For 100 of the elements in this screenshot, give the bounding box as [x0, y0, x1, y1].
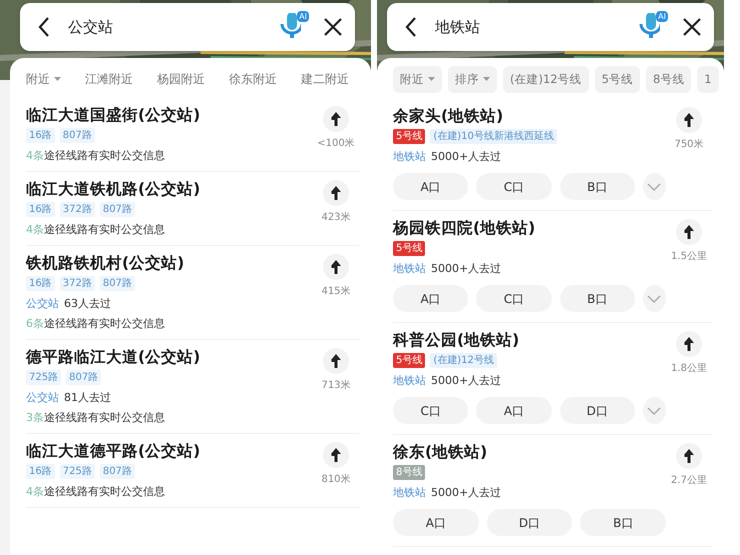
route-tag: 16路 — [26, 202, 55, 217]
line-tag: 5号线 — [393, 241, 426, 256]
navigate-button[interactable] — [323, 442, 349, 468]
realtime-info: 途径线路有实时公交信息 — [44, 410, 165, 426]
search-bar[interactable]: 地铁站 AI — [387, 3, 714, 51]
exit-button[interactable]: C口 — [476, 285, 552, 312]
filter-tab[interactable]: 江滩附近 — [85, 70, 133, 88]
navigate-button[interactable] — [323, 180, 349, 206]
turn-arrow-icon — [329, 111, 343, 127]
distance: <100米 — [317, 136, 355, 151]
route-tag: 807路 — [66, 370, 102, 385]
result-item[interactable]: 临江大道德平路(公交站) 16路 725路 807路 4条途径线路有实时公交信息 810米 — [26, 434, 359, 508]
result-item[interactable]: 余家头(地铁站) 5号线 (在建)10号线新港线西延线 地铁站 5000+人去过 A口 C口 B口 750米 — [393, 99, 712, 212]
navigate-button[interactable] — [323, 254, 349, 280]
category-label: 公交站 — [26, 390, 59, 406]
distance: 2.7公里 — [671, 474, 707, 488]
navigate-button[interactable] — [676, 219, 702, 246]
filter-tab[interactable]: 杨园附近 — [157, 70, 205, 88]
realtime-count: 4条 — [26, 484, 44, 500]
filter-tab[interactable]: 5号线 — [594, 66, 640, 94]
filter-tab[interactable]: 徐东附近 — [229, 70, 277, 88]
search-query: 地铁站 — [435, 16, 481, 38]
distance: 423米 — [321, 210, 351, 225]
ai-badge: AI — [656, 11, 668, 22]
filter-tab[interactable]: 附近 — [393, 66, 442, 94]
chevron-down-icon — [647, 182, 662, 191]
exit-button[interactable]: A口 — [393, 173, 468, 200]
distance: 750米 — [674, 138, 704, 152]
turn-arrow-icon — [682, 112, 696, 128]
route-tag: 16路 — [26, 128, 55, 143]
search-bar[interactable]: 公交站 AI — [20, 3, 355, 51]
turn-arrow-icon — [329, 353, 343, 369]
distance: 713米 — [321, 378, 351, 393]
navigate-button[interactable] — [323, 348, 349, 374]
realtime-info: 途径线路有实时公交信息 — [44, 316, 165, 332]
navigate-button[interactable] — [676, 331, 702, 358]
exit-button[interactable]: A口 — [476, 397, 552, 424]
line-tag: 5号线 — [393, 129, 426, 144]
category-label: 公交站 — [26, 296, 59, 312]
navigate-button[interactable] — [323, 106, 349, 132]
exit-button[interactable]: B口 — [580, 509, 666, 536]
result-item[interactable]: 临江大道铁机路(公交站) 16路 372路 807路 4条途径线路有实时公交信息 423米 — [26, 172, 359, 246]
station-name: 徐东(地铁站) — [393, 442, 488, 464]
realtime-count: 4条 — [26, 222, 44, 238]
route-tag: 725路 — [60, 464, 95, 479]
search-query: 公交站 — [68, 16, 114, 38]
exit-button[interactable]: B口 — [560, 285, 635, 312]
filter-tab[interactable]: 1 — [697, 66, 719, 94]
visit-count: 5000+人去过 — [431, 373, 502, 390]
exit-button[interactable]: A口 — [393, 509, 479, 536]
turn-arrow-icon — [682, 448, 696, 464]
turn-arrow-icon — [329, 447, 343, 463]
close-button[interactable] — [323, 17, 343, 37]
chevron-down-icon — [647, 294, 662, 303]
filter-tab[interactable]: 建二附近 — [301, 70, 349, 88]
route-tag: 372路 — [60, 202, 95, 217]
exit-button[interactable]: C口 — [393, 397, 468, 424]
distance: 810米 — [321, 472, 351, 487]
result-item[interactable]: 徐东(地铁站) 8号线 地铁站 5000+人去过 A口 D口 B口 2.7公里 — [393, 435, 712, 548]
back-button[interactable] — [38, 17, 50, 37]
visit-count: 5000+人去过 — [431, 149, 502, 166]
close-icon — [682, 17, 702, 37]
line-tag: 8号线 — [393, 465, 426, 480]
realtime-count: 3条 — [26, 410, 44, 426]
filter-tab[interactable]: 附近 — [26, 70, 61, 88]
navigate-button[interactable] — [676, 107, 702, 134]
result-item[interactable]: 科普公园(地铁站) 5号线 (在建)12号线 地铁站 5000+人去过 C口 A口 D口 1.8公里 — [393, 323, 712, 436]
visit-count: 5000+人去过 — [431, 261, 502, 278]
exit-button[interactable]: D口 — [486, 509, 572, 536]
result-item[interactable]: 铁机路铁机村(公交站) 16路 372路 807路 公交站 63人去过 6条途径线路有实时公交信息 415米 — [26, 246, 359, 340]
route-tag: 807路 — [100, 464, 135, 479]
back-button[interactable] — [405, 17, 417, 37]
line-tag: 5号线 — [393, 353, 426, 368]
category-label: 地铁站 — [393, 261, 426, 278]
realtime-info: 途径线路有实时公交信息 — [44, 484, 165, 500]
station-name: 临江大道铁机路(公交站) — [26, 179, 202, 200]
filter-tab[interactable]: 排序 — [448, 66, 497, 94]
exit-button[interactable]: A口 — [393, 285, 468, 312]
visit-count: 63人去过 — [64, 296, 111, 312]
exit-button[interactable]: D口 — [560, 397, 635, 424]
distance: 1.8公里 — [671, 362, 707, 376]
exit-button[interactable]: B口 — [560, 173, 635, 200]
turn-arrow-icon — [329, 259, 343, 275]
filter-tab[interactable]: 8号线 — [646, 66, 692, 94]
result-item[interactable]: 杨园铁四院(地铁站) 5号线 地铁站 5000+人去过 A口 C口 B口 1.5公里 — [393, 211, 712, 324]
station-name: 科普公园(地铁站) — [393, 330, 520, 352]
station-name: 临江大道德平路(公交站) — [26, 441, 202, 462]
turn-arrow-icon — [682, 224, 696, 240]
category-label: 地铁站 — [393, 149, 426, 166]
result-item[interactable]: 临江大道国盛街(公交站) 16路 807路 4条途径线路有实时公交信息 <100米 — [26, 98, 359, 172]
route-tag: 807路 — [100, 276, 135, 291]
close-button[interactable] — [682, 17, 702, 37]
result-item[interactable]: 德平路临江大道(公交站) 725路 807路 公交站 81人去过 3条途径线路有实时公交信息 713米 — [26, 340, 359, 434]
line-tag: (在建)10号线新港线西延线 — [430, 129, 557, 144]
station-name: 德平路临江大道(公交站) — [26, 347, 202, 368]
back-icon — [38, 17, 50, 37]
filter-tab[interactable]: (在建)12号线 — [503, 66, 589, 94]
exit-button[interactable]: C口 — [476, 173, 552, 200]
category-label: 地铁站 — [393, 485, 426, 502]
navigate-button[interactable] — [676, 443, 702, 470]
